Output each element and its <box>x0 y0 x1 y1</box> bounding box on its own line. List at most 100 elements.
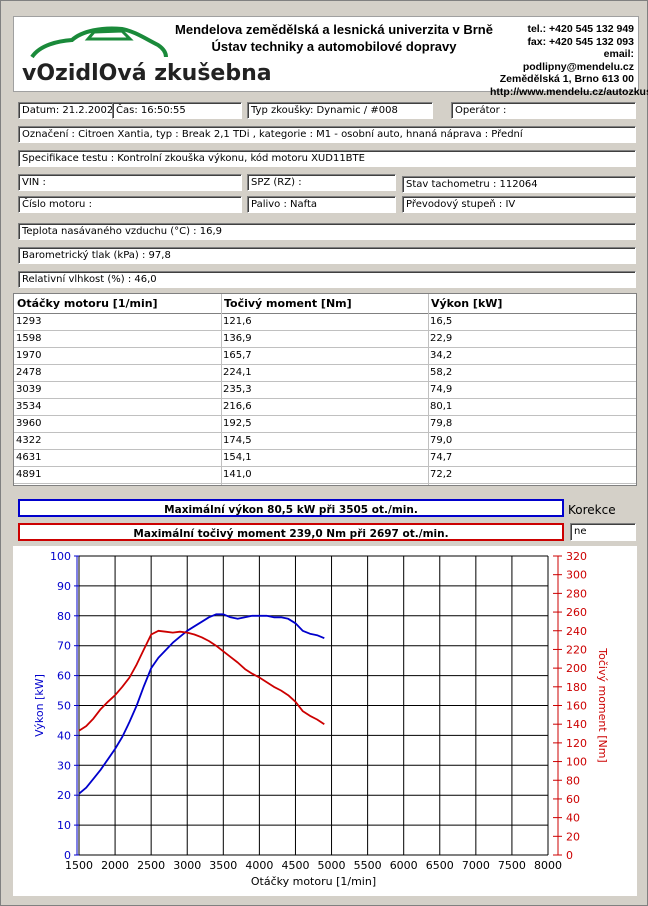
power-cell: 79,0 <box>430 435 453 446</box>
torque-cell: 154,1 <box>223 452 252 463</box>
time-field[interactable]: Čas: 16:50:55 <box>112 102 242 119</box>
contact-email: email: podlipny@mendelu.cz <box>522 48 634 73</box>
operator-field[interactable]: Operátor : <box>451 102 636 119</box>
contact-info: tel.: +420 545 132 949 fax: +420 545 132… <box>490 23 648 98</box>
gear-field[interactable]: Převodový stupeň : IV <box>402 196 636 213</box>
y-right-tick-label: 120 <box>566 737 587 750</box>
max-power-box: Maximální výkon 80,5 kW při 3505 ot./min… <box>18 499 564 517</box>
university-info: Mendelova zemědělská a lesnická univerzi… <box>174 21 494 55</box>
y-right-tick-label: 220 <box>566 643 587 656</box>
y-left-tick-label: 20 <box>57 789 71 802</box>
power-cell: 74,7 <box>430 452 453 463</box>
report-window: vOzidlOvá zkušebna Mendelova zemědělská … <box>0 0 648 906</box>
correction-field[interactable]: ne <box>570 523 636 541</box>
power-cell: 16,5 <box>430 316 453 327</box>
x-tick-label: 5000 <box>318 859 346 872</box>
table-row: 1598 136,9 22,9 <box>14 331 636 348</box>
table-row: 4631 154,1 74,7 <box>14 450 636 467</box>
x-tick-label: 7000 <box>462 859 490 872</box>
contact-address: Zemědělská 1, Brno 613 00 <box>499 73 634 85</box>
rpm-cell: 4631 <box>16 452 42 463</box>
table-row: 4891 141,0 72,2 <box>14 467 636 484</box>
power-cell: 22,9 <box>430 333 453 344</box>
column-header-rpm: Otáčky motoru [1/min] <box>17 297 158 310</box>
power-cell: 74,9 <box>430 384 453 395</box>
x-tick-label: 7500 <box>498 859 526 872</box>
x-tick-label: 4000 <box>245 859 273 872</box>
x-tick-label: 3000 <box>173 859 201 872</box>
power-cell: 58,2 <box>430 367 453 378</box>
y-right-tick-label: 280 <box>566 587 587 600</box>
x-tick-label: 2000 <box>101 859 129 872</box>
university-name: Mendelova zemědělská a lesnická univerzi… <box>175 22 493 37</box>
y-right-tick-label: 100 <box>566 756 587 769</box>
torque-cell: 165,7 <box>223 350 252 361</box>
relative-humidity-field[interactable]: Relativní vlhkost (%) : 46,0 <box>18 271 636 288</box>
power-cell: 34,2 <box>430 350 453 361</box>
y-right-tick-label: 140 <box>566 718 587 731</box>
y-right-tick-label: 300 <box>566 569 587 582</box>
x-tick-label: 6000 <box>390 859 418 872</box>
spz-field[interactable]: SPZ (RZ) : <box>247 174 396 191</box>
y-left-tick-label: 60 <box>57 670 71 683</box>
y-right-tick-label: 320 <box>566 550 587 563</box>
test-type-field[interactable]: Typ zkoušky: Dynamic / #008 <box>247 102 433 119</box>
contact-tel: tel.: +420 545 132 949 <box>527 23 634 35</box>
fuel-field[interactable]: Palivo : Nafta <box>247 196 396 213</box>
odometer-field[interactable]: Stav tachometru : 112064 <box>402 176 636 193</box>
y-left-axis-label: Výkon [kW] <box>33 674 46 737</box>
rpm-cell: 1293 <box>16 316 42 327</box>
y-left-tick-label: 90 <box>57 580 71 593</box>
y-right-tick-label: 0 <box>566 849 573 862</box>
vehicle-designation-field[interactable]: Označení : Citroen Xantia, typ : Break 2… <box>18 126 636 143</box>
rpm-cell: 1970 <box>16 350 42 361</box>
y-left-tick-label: 30 <box>57 759 71 772</box>
table-row: 1970 165,7 34,2 <box>14 348 636 365</box>
table-row: 1293 121,6 16,5 <box>14 314 636 331</box>
power-cell: 72,2 <box>430 469 453 480</box>
rpm-cell: 3960 <box>16 418 42 429</box>
table-row: 3960 192,5 79,8 <box>14 416 636 433</box>
report-header: vOzidlOvá zkušebna Mendelova zemědělská … <box>13 16 648 98</box>
y-right-tick-label: 60 <box>566 793 580 806</box>
y-right-axis-label: Točivý moment [Nm] <box>596 647 609 762</box>
engine-number-field[interactable]: Číslo motoru : <box>18 196 242 213</box>
y-left-tick-label: 70 <box>57 640 71 653</box>
y-left-tick-label: 40 <box>57 729 71 742</box>
power-cell: 79,8 <box>430 418 453 429</box>
torque-cell: 174,5 <box>223 435 252 446</box>
power-torque-chart: 1500 2000 2500 3000 3500 4000 4500 5000 5500 6000… <box>13 546 637 896</box>
intake-temperature-field[interactable]: Teplota nasávaného vzduchu (°C) : 16,9 <box>18 223 636 240</box>
x-tick-label: 3500 <box>209 859 237 872</box>
y-left-tick-label: 50 <box>57 700 71 713</box>
y-left-tick-label: 0 <box>64 849 71 862</box>
torque-cell: 216,6 <box>223 401 252 412</box>
car-logo-icon <box>30 26 168 59</box>
torque-cell: 235,3 <box>223 384 252 395</box>
y-right-tick-label: 240 <box>566 625 587 638</box>
y-left-tick-label: 10 <box>57 819 71 832</box>
torque-cell: 224,1 <box>223 367 252 378</box>
barometric-pressure-field[interactable]: Barometrický tlak (kPa) : 97,8 <box>18 247 636 264</box>
chart-svg: 1500 2000 2500 3000 3500 4000 4500 5000 5500 6000… <box>33 550 609 888</box>
correction-label: Korekce <box>568 503 616 517</box>
rpm-cell: 4891 <box>16 469 42 480</box>
torque-cell: 192,5 <box>223 418 252 429</box>
column-header-torque: Točivý moment [Nm] <box>224 297 352 310</box>
y-right-tick-label: 260 <box>566 606 587 619</box>
rpm-cell: 3534 <box>16 401 42 412</box>
test-specification-field[interactable]: Specifikace testu : Kontrolní zkouška vý… <box>18 150 636 167</box>
x-tick-label: 6500 <box>426 859 454 872</box>
y-right-tick-label: 180 <box>566 681 587 694</box>
x-tick-label: 2500 <box>137 859 165 872</box>
torque-cell: 121,6 <box>223 316 252 327</box>
x-tick-label: 8000 <box>534 859 562 872</box>
table-row: 2478 224,1 58,2 <box>14 365 636 382</box>
max-torque-box: Maximální točivý moment 239,0 Nm při 269… <box>18 523 564 541</box>
rpm-cell: 3039 <box>16 384 42 395</box>
x-axis-label: Otáčky motoru [1/min] <box>251 875 376 888</box>
vin-field[interactable]: VIN : <box>18 174 242 191</box>
y-right-tick-label: 40 <box>566 812 580 825</box>
y-right-tick-label: 200 <box>566 662 587 675</box>
table-header: Otáčky motoru [1/min] Točivý moment [Nm]… <box>14 294 636 314</box>
